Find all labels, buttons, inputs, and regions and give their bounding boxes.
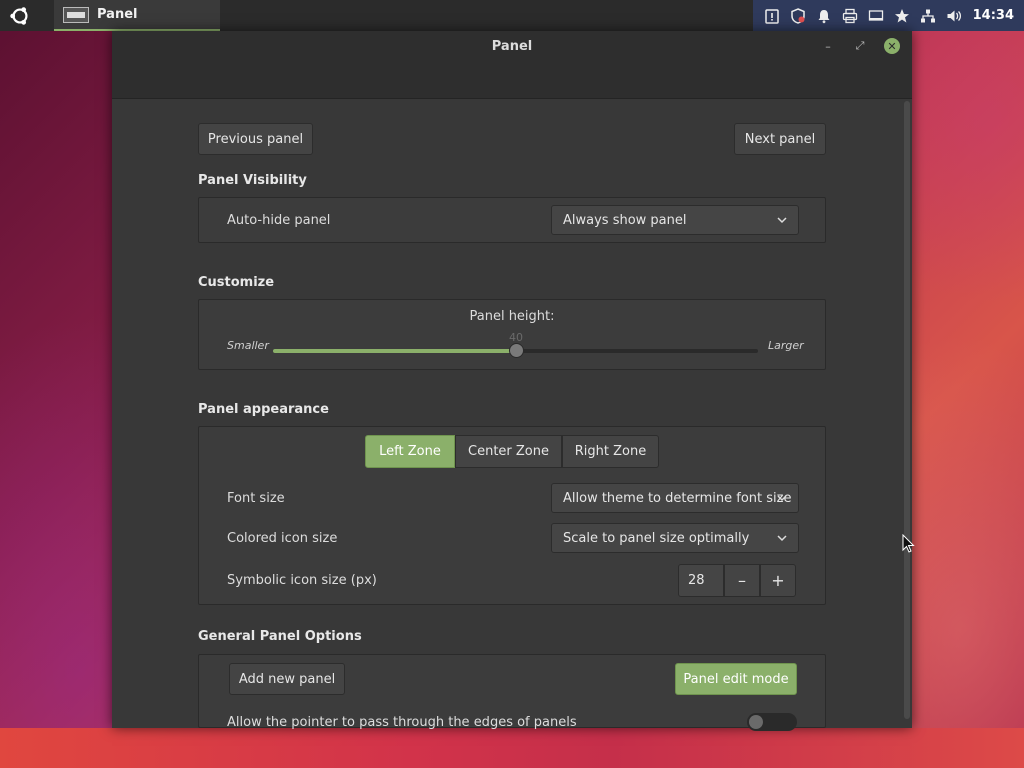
decrement-button[interactable]: – [724, 564, 760, 597]
customize-heading: Customize [198, 275, 275, 290]
desktop-wallpaper-bottom [0, 728, 1024, 768]
chevron-down-icon [777, 495, 787, 502]
chevron-down-icon [777, 217, 787, 224]
notifications-bell-icon[interactable] [811, 0, 837, 31]
symbolic-icon-size-label: Symbolic icon size (px) [227, 573, 377, 588]
left-zone-button[interactable]: Left Zone [365, 435, 455, 468]
right-zone-button[interactable]: Right Zone [562, 435, 659, 468]
menu-button[interactable] [0, 0, 40, 31]
colored-icon-size-label: Colored icon size [227, 531, 338, 546]
autohide-dropdown[interactable]: Always show panel [551, 205, 799, 235]
customize-box: Panel height: Smaller Larger 40 [198, 299, 826, 370]
general-options-heading: General Panel Options [198, 629, 362, 644]
clipboard-icon[interactable] [759, 0, 785, 31]
autohide-label: Auto-hide panel [227, 213, 331, 228]
ubuntu-logo-icon [10, 6, 28, 25]
symbolic-icon-size-input[interactable]: 28 [678, 564, 724, 597]
window-titlebar[interactable]: Panel – ⤢ ✕ [112, 31, 912, 99]
system-tray: 14:34 [752, 0, 1024, 31]
clock[interactable]: 14:34 [973, 8, 1014, 23]
zone-selector: Left Zone Center Zone Right Zone [365, 435, 659, 468]
panel-height-slider[interactable]: 40 [273, 331, 758, 358]
panel-visibility-box: Auto-hide panel Always show panel [198, 197, 826, 243]
chevron-down-icon [777, 535, 787, 542]
slider-fill [273, 349, 516, 353]
printer-icon[interactable] [837, 0, 863, 31]
mouse-cursor-icon [902, 534, 915, 553]
volume-icon[interactable] [941, 0, 967, 31]
panel-height-label: Panel height: [469, 309, 555, 324]
colored-icon-size-value: Scale to panel size optimally [563, 530, 750, 546]
maximize-button[interactable]: ⤢ [852, 38, 868, 54]
font-size-dropdown[interactable]: Allow theme to determine font size [551, 483, 799, 513]
increment-button[interactable]: + [760, 564, 796, 597]
panel-visibility-heading: Panel Visibility [198, 173, 307, 188]
taskbar-item-panel[interactable]: Panel [54, 0, 220, 31]
panel-edit-mode-button[interactable]: Panel edit mode [675, 663, 797, 695]
shield-icon[interactable] [785, 0, 811, 31]
taskbar-item-label: Panel [97, 7, 138, 22]
colored-icon-size-dropdown[interactable]: Scale to panel size optimally [551, 523, 799, 553]
panel-settings-icon [63, 6, 89, 23]
network-icon[interactable] [915, 0, 941, 31]
font-size-label: Font size [227, 491, 285, 506]
slider-handle[interactable] [509, 343, 524, 358]
panel-settings-window: Panel – ⤢ ✕ Previous panel Next panel Pa… [112, 31, 912, 731]
font-size-value: Allow theme to determine font size [563, 490, 792, 506]
panel-appearance-box: Left Zone Center Zone Right Zone Font si… [198, 426, 826, 605]
minimize-button[interactable]: – [820, 38, 836, 54]
toggle-knob [749, 715, 763, 729]
scrollbar[interactable] [904, 101, 910, 719]
autohide-value: Always show panel [563, 212, 687, 228]
next-panel-button[interactable]: Next panel [734, 123, 826, 155]
slider-larger-label: Larger [768, 339, 804, 352]
star-icon[interactable] [889, 0, 915, 31]
symbolic-icon-size-spinner: 28 – + [678, 564, 796, 597]
pointer-pass-through-toggle[interactable] [747, 713, 797, 731]
display-icon[interactable] [863, 0, 889, 31]
close-button[interactable]: ✕ [884, 38, 900, 54]
center-zone-button[interactable]: Center Zone [455, 435, 562, 468]
slider-smaller-label: Smaller [227, 339, 269, 352]
add-new-panel-button[interactable]: Add new panel [229, 663, 345, 695]
pointer-pass-through-label: Allow the pointer to pass through the ed… [227, 715, 577, 730]
general-options-box: Add new panel Panel edit mode Allow the … [198, 654, 826, 731]
window-title: Panel [491, 39, 533, 54]
panel-appearance-heading: Panel appearance [198, 402, 329, 417]
top-panel: Panel 14:34 [0, 0, 1024, 31]
previous-panel-button[interactable]: Previous panel [198, 123, 313, 155]
